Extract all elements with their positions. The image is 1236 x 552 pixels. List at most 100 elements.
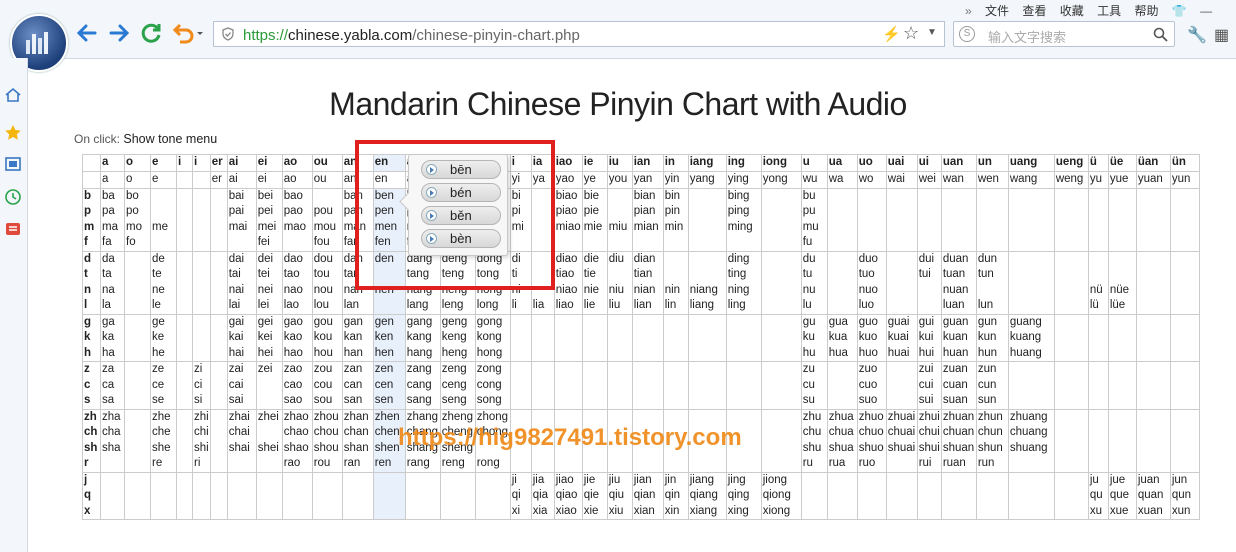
- syllable-cell[interactable]: wu: [800, 171, 828, 189]
- syllable[interactable]: chun: [978, 425, 1007, 441]
- syllable[interactable]: jun: [1172, 473, 1198, 489]
- syllable[interactable]: sa: [102, 393, 123, 409]
- syllable[interactable]: bie: [584, 189, 606, 205]
- syllable[interactable]: zong: [477, 362, 509, 378]
- syllable-cell[interactable]: zao cao sao: [281, 361, 313, 410]
- syllable[interactable]: ru: [803, 456, 826, 472]
- syllable-cell[interactable]: zhi chi shi ri: [192, 408, 211, 473]
- syllable[interactable]: chuo: [859, 425, 885, 441]
- syllable[interactable]: xue: [1110, 504, 1135, 520]
- syllable-cell[interactable]: ai: [226, 171, 257, 189]
- syllable-cell[interactable]: o: [124, 171, 151, 189]
- syllable[interactable]: za: [102, 362, 123, 378]
- syllable-cell[interactable]: bao pao mao: [281, 187, 313, 252]
- syllable-cell[interactable]: jiong qiong xiong: [760, 471, 802, 520]
- syllable-cell[interactable]: jiao qiao xiao: [553, 471, 583, 520]
- syllable-cell[interactable]: guan kuan huan: [940, 313, 977, 362]
- syllable-cell[interactable]: gang kang hang: [404, 313, 441, 362]
- syllable[interactable]: mou: [314, 220, 341, 236]
- syllable[interactable]: guai: [888, 315, 916, 331]
- syllable-cell[interactable]: ze ce se: [150, 361, 177, 410]
- syllable-cell[interactable]: yin: [662, 171, 689, 189]
- syllable[interactable]: zhong: [477, 410, 509, 426]
- syllable[interactable]: zan: [344, 362, 372, 378]
- syllable-cell[interactable]: duan tuan nuan luan: [940, 250, 977, 315]
- syllable[interactable]: liang: [690, 298, 725, 314]
- syllable[interactable]: chuan: [943, 425, 975, 441]
- syllable[interactable]: shou: [314, 441, 341, 457]
- syllable[interactable]: zi: [194, 362, 209, 378]
- syllable[interactable]: bo: [126, 189, 149, 205]
- syllable-cell[interactable]: dai tai nai lai: [226, 250, 257, 315]
- syllable[interactable]: zun: [978, 362, 1007, 378]
- syllable[interactable]: kan: [344, 330, 372, 346]
- syllable-cell[interactable]: dou tou nou lou: [311, 250, 343, 315]
- syllable[interactable]: la: [102, 298, 123, 314]
- syllable[interactable]: kuang: [1010, 330, 1053, 346]
- syllable[interactable]: biao: [556, 189, 581, 205]
- syllable-cell[interactable]: za ca sa: [100, 361, 125, 410]
- syllable[interactable]: dou: [314, 252, 341, 268]
- syllable-cell[interactable]: zhui chui shui rui: [916, 408, 942, 473]
- syllable[interactable]: du: [803, 252, 826, 268]
- syllable[interactable]: zhan: [344, 410, 372, 426]
- syllable-cell[interactable]: gou kou hou: [311, 313, 343, 362]
- syllable-cell[interactable]: zi ci si: [192, 361, 211, 410]
- syllable-cell[interactable]: jia qia xia: [530, 471, 555, 520]
- syllable[interactable]: gong: [477, 315, 509, 331]
- tone-button-4[interactable]: bèn: [421, 229, 501, 248]
- syllable-cell[interactable]: nin lin: [662, 250, 689, 315]
- syllable[interactable]: gun: [978, 315, 1007, 331]
- syllable-cell[interactable]: zan can san: [341, 361, 374, 410]
- syllable-cell[interactable]: ga ka ha: [100, 313, 125, 362]
- tone-button-1[interactable]: bēn: [421, 160, 501, 179]
- syllable[interactable]: ze: [152, 362, 175, 378]
- syllable[interactable]: zhu: [803, 410, 826, 426]
- syllable[interactable]: tei: [258, 267, 281, 283]
- syllable[interactable]: qiong: [763, 488, 800, 504]
- syllable[interactable]: chua: [829, 425, 856, 441]
- syllable[interactable]: bei: [258, 189, 281, 205]
- syllable[interactable]: mie: [584, 220, 606, 236]
- syllable[interactable]: can: [344, 378, 372, 394]
- syllable[interactable]: qun: [1172, 488, 1198, 504]
- syllable[interactable]: zao: [284, 362, 311, 378]
- syllable[interactable]: shan: [344, 441, 372, 457]
- syllable[interactable]: po: [126, 204, 149, 220]
- syllable-cell[interactable]: zui cui sui: [916, 361, 942, 410]
- syllable[interactable]: tao: [284, 267, 311, 283]
- syllable[interactable]: die: [584, 252, 606, 268]
- syllable-cell[interactable]: bo po mo fo: [124, 187, 151, 252]
- syllable[interactable]: san: [344, 393, 372, 409]
- syllable[interactable]: ku: [803, 330, 826, 346]
- syllable[interactable]: gu: [803, 315, 826, 331]
- syllable[interactable]: jing: [728, 473, 760, 489]
- syllable-cell[interactable]: duo tuo nuo luo: [856, 250, 887, 315]
- syllable[interactable]: gui: [919, 315, 940, 331]
- syllable[interactable]: song: [477, 393, 509, 409]
- syllable[interactable]: cu: [803, 378, 826, 394]
- syllable[interactable]: ha: [102, 346, 123, 362]
- syllable[interactable]: zha: [102, 410, 123, 426]
- chevron-down-icon[interactable]: ▼: [927, 27, 937, 38]
- syllable-cell[interactable]: gun kun hun: [975, 313, 1009, 362]
- syllable[interactable]: lou: [314, 298, 341, 314]
- syllable[interactable]: pou: [314, 204, 341, 220]
- syllable[interactable]: gen: [375, 315, 404, 331]
- syllable[interactable]: gou: [314, 315, 341, 331]
- syllable-cell[interactable]: zong cong song: [474, 361, 511, 410]
- syllable[interactable]: lia: [533, 298, 553, 314]
- syllable-cell[interactable]: nüe lüe: [1107, 250, 1137, 315]
- syllable-cell[interactable]: de te ne le: [150, 250, 177, 315]
- syllable[interactable]: ce: [152, 378, 175, 394]
- syllable[interactable]: sun: [978, 393, 1007, 409]
- star-icon[interactable]: ☆: [903, 23, 919, 44]
- syllable[interactable]: bian: [634, 189, 662, 205]
- syllable[interactable]: ci: [194, 378, 209, 394]
- syllable[interactable]: huai: [888, 346, 916, 362]
- syllable[interactable]: zhuai: [888, 410, 916, 426]
- syllable[interactable]: zhua: [829, 410, 856, 426]
- syllable-cell[interactable]: jin qin xin: [662, 471, 689, 520]
- syllable[interactable]: nei: [258, 283, 281, 299]
- syllable[interactable]: chui: [919, 425, 940, 441]
